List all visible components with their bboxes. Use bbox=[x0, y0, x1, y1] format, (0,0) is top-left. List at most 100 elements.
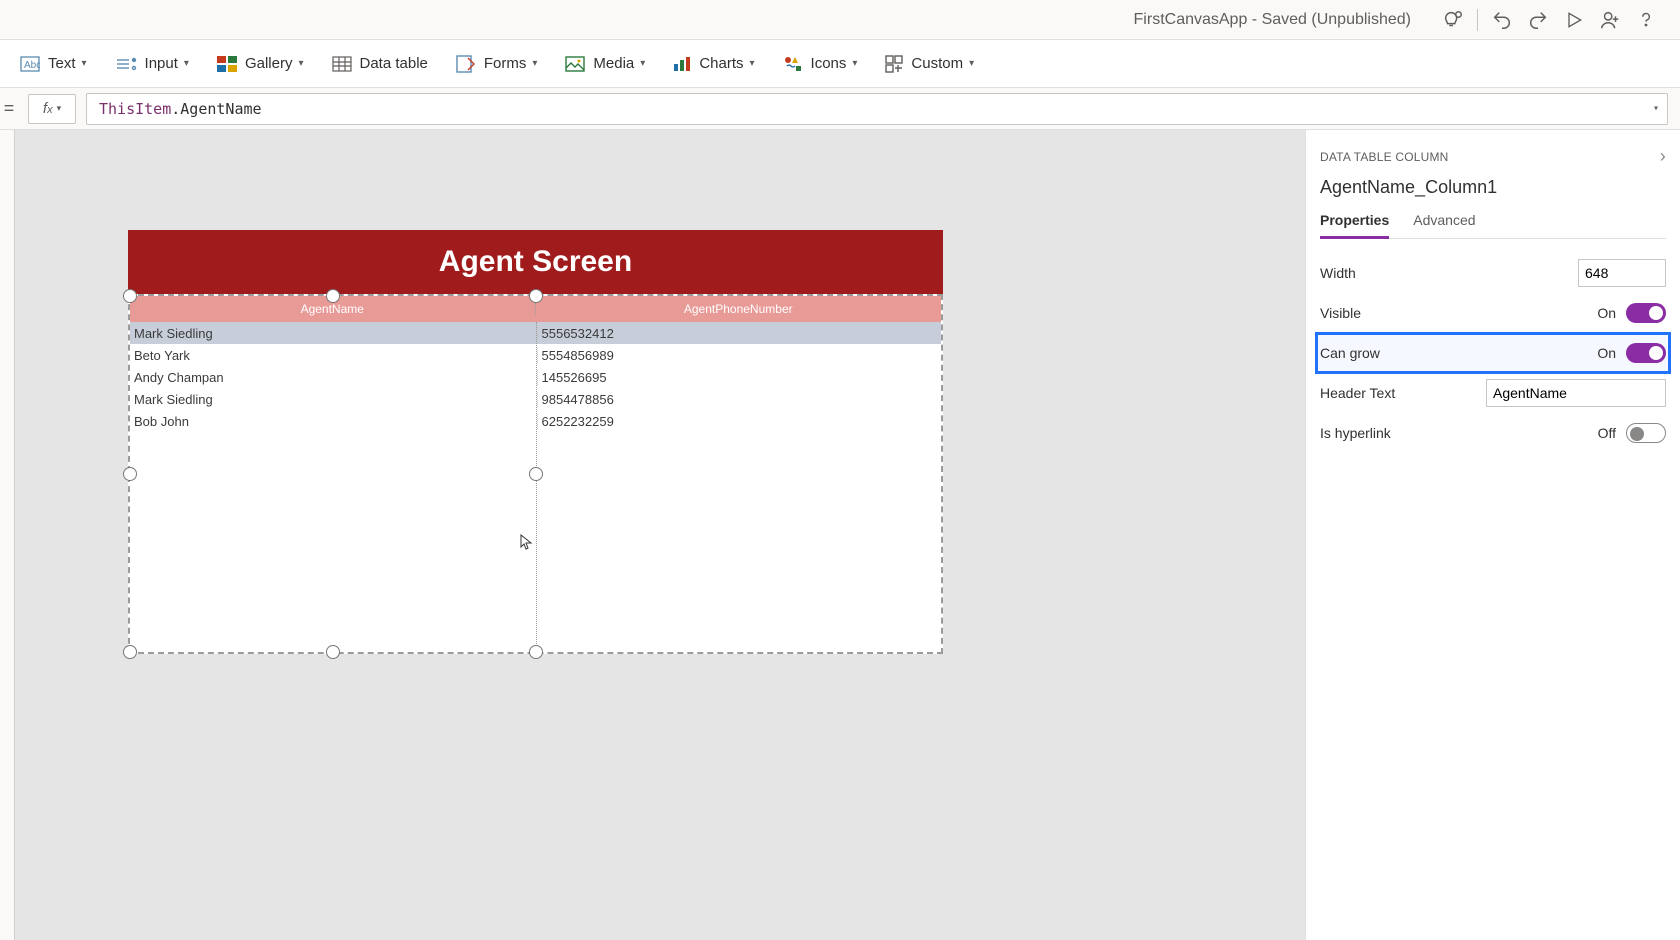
chevron-right-icon[interactable]: › bbox=[1660, 146, 1666, 167]
custom-icon bbox=[885, 55, 903, 73]
prop-width-label: Width bbox=[1320, 265, 1356, 281]
cell-agentphone: 6252232259 bbox=[538, 414, 942, 429]
chevron-down-icon: ▾ bbox=[640, 58, 645, 69]
prop-ishyperlink-label: Is hyperlink bbox=[1320, 425, 1391, 441]
ribbon-text-label: Text bbox=[48, 55, 76, 72]
media-icon bbox=[565, 56, 585, 72]
resize-handle[interactable] bbox=[529, 289, 543, 303]
resize-handle[interactable] bbox=[123, 289, 137, 303]
help-icon[interactable] bbox=[1628, 2, 1664, 38]
prop-width-input[interactable] bbox=[1578, 259, 1666, 287]
undo-icon[interactable] bbox=[1484, 2, 1520, 38]
toggle-ishyperlink[interactable] bbox=[1626, 423, 1666, 443]
redo-icon[interactable] bbox=[1520, 2, 1556, 38]
cell-agentphone: 5554856989 bbox=[538, 348, 942, 363]
cell-agentname: Mark Siedling bbox=[134, 392, 538, 407]
main-area: Agent Screen AgentName AgentPhoneNumber … bbox=[0, 130, 1680, 940]
input-icon bbox=[115, 55, 137, 73]
ribbon-gallery-label: Gallery bbox=[245, 55, 293, 72]
cursor-icon bbox=[520, 534, 534, 550]
tab-properties[interactable]: Properties bbox=[1320, 212, 1389, 239]
datatable-container[interactable]: AgentName AgentPhoneNumber Mark Siedling… bbox=[128, 294, 943, 654]
play-icon[interactable] bbox=[1556, 2, 1592, 38]
prop-cangrow: Can grow On bbox=[1316, 333, 1670, 373]
prop-headertext-label: Header Text bbox=[1320, 385, 1395, 401]
prop-visible-value: On bbox=[1597, 305, 1616, 321]
cell-agentname: Beto Yark bbox=[134, 348, 538, 363]
properties-panel: DATA TABLE COLUMN › AgentName_Column1 Pr… bbox=[1305, 130, 1680, 940]
ribbon-input-label: Input bbox=[145, 55, 178, 72]
properties-tabs: Properties Advanced bbox=[1320, 212, 1666, 239]
app-title: FirstCanvasApp - Saved (Unpublished) bbox=[1134, 11, 1411, 29]
ribbon-forms[interactable]: Forms ▾ bbox=[456, 55, 538, 73]
datatable-icon bbox=[332, 56, 352, 72]
tab-advanced[interactable]: Advanced bbox=[1413, 212, 1475, 238]
resize-handle[interactable] bbox=[123, 645, 137, 659]
formula-input[interactable]: ThisItem.AgentName ▾ bbox=[86, 93, 1668, 125]
left-panel-edge[interactable] bbox=[0, 130, 15, 940]
cell-agentphone: 145526695 bbox=[538, 370, 942, 385]
canvas-area[interactable]: Agent Screen AgentName AgentPhoneNumber … bbox=[0, 130, 1305, 940]
ribbon-datatable-label: Data table bbox=[360, 55, 428, 72]
formula-thisitem: ThisItem bbox=[99, 100, 171, 118]
prop-visible-label: Visible bbox=[1320, 305, 1361, 321]
gallery-icon bbox=[217, 56, 237, 72]
ribbon-charts-label: Charts bbox=[699, 55, 743, 72]
resize-handle[interactable] bbox=[326, 645, 340, 659]
ribbon-charts[interactable]: Charts ▾ bbox=[673, 55, 754, 72]
title-bar: FirstCanvasApp - Saved (Unpublished) bbox=[0, 0, 1680, 40]
selected-control-name: AgentName_Column1 bbox=[1320, 177, 1666, 198]
formula-equals: = bbox=[0, 98, 18, 119]
toggle-cangrow[interactable] bbox=[1626, 343, 1666, 363]
ribbon-media[interactable]: Media ▾ bbox=[565, 55, 645, 72]
ribbon-gallery[interactable]: Gallery ▾ bbox=[217, 55, 304, 72]
resize-handle[interactable] bbox=[123, 467, 137, 481]
prop-headertext: Header Text bbox=[1320, 373, 1666, 413]
ribbon-input[interactable]: Input ▾ bbox=[115, 55, 189, 73]
share-icon[interactable] bbox=[1592, 2, 1628, 38]
app-screen: Agent Screen AgentName AgentPhoneNumber … bbox=[128, 230, 943, 654]
ribbon-icons-label: Icons bbox=[811, 55, 847, 72]
data-table[interactable]: AgentName AgentPhoneNumber Mark Siedling… bbox=[128, 294, 943, 654]
prop-visible: Visible On bbox=[1320, 293, 1666, 333]
expand-formula-icon[interactable]: ▾ bbox=[1653, 103, 1659, 114]
text-icon: Abc bbox=[20, 56, 40, 72]
cell-agentphone: 9854478856 bbox=[538, 392, 942, 407]
column-header-agentname[interactable]: AgentName bbox=[130, 302, 536, 316]
prop-ishyperlink-value: Off bbox=[1598, 425, 1616, 441]
chevron-down-icon: ▾ bbox=[57, 103, 62, 114]
panel-section-label: DATA TABLE COLUMN bbox=[1320, 150, 1449, 164]
svg-text:Abc: Abc bbox=[24, 60, 40, 71]
ribbon-forms-label: Forms bbox=[484, 55, 527, 72]
toggle-visible[interactable] bbox=[1626, 303, 1666, 323]
ribbon-datatable[interactable]: Data table bbox=[332, 55, 428, 72]
prop-cangrow-value: On bbox=[1597, 345, 1616, 361]
divider bbox=[1477, 9, 1478, 31]
ribbon-text[interactable]: Abc Text ▾ bbox=[20, 55, 87, 72]
chevron-down-icon: ▾ bbox=[969, 58, 974, 69]
cell-agentname: Andy Champan bbox=[134, 370, 538, 385]
ribbon-custom-label: Custom bbox=[911, 55, 963, 72]
chevron-down-icon: ▾ bbox=[532, 58, 537, 69]
prop-width: Width bbox=[1320, 253, 1666, 293]
formula-fx-button[interactable]: fx ▾ bbox=[28, 94, 76, 124]
formula-bar: = fx ▾ ThisItem.AgentName ▾ bbox=[0, 88, 1680, 130]
prop-cangrow-label: Can grow bbox=[1320, 345, 1380, 361]
prop-ishyperlink: Is hyperlink Off bbox=[1320, 413, 1666, 453]
chevron-down-icon: ▾ bbox=[750, 58, 755, 69]
column-header-agentphone[interactable]: AgentPhoneNumber bbox=[536, 302, 942, 316]
column-divider[interactable] bbox=[536, 322, 537, 652]
cell-agentphone: 5556532412 bbox=[538, 326, 942, 341]
chevron-down-icon: ▾ bbox=[298, 58, 303, 69]
ribbon-custom[interactable]: Custom ▾ bbox=[885, 55, 974, 73]
formula-rest: .AgentName bbox=[171, 100, 261, 118]
charts-icon bbox=[673, 56, 691, 72]
prop-headertext-input[interactable] bbox=[1486, 379, 1666, 407]
resize-handle[interactable] bbox=[326, 289, 340, 303]
forms-icon bbox=[456, 55, 476, 73]
resize-handle[interactable] bbox=[529, 645, 543, 659]
resize-handle[interactable] bbox=[529, 467, 543, 481]
app-checker-icon[interactable] bbox=[1435, 2, 1471, 38]
ribbon-icons[interactable]: Icons ▾ bbox=[783, 55, 858, 73]
chevron-down-icon: ▾ bbox=[184, 58, 189, 69]
